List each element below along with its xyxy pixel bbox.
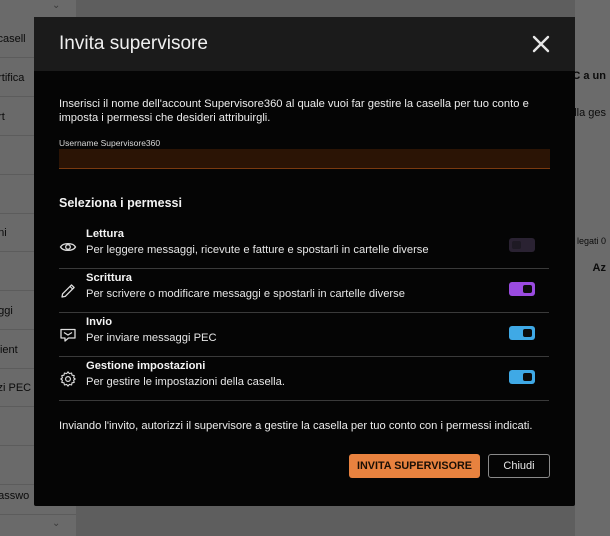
permission-description: Per inviare messaggi PEC: [86, 332, 217, 344]
lettura-toggle[interactable]: [509, 238, 535, 252]
username-input[interactable]: [59, 149, 550, 169]
sidebar-item-label: ort: [0, 111, 5, 123]
permission-description: Per scrivere o modificare messaggi e spo…: [86, 288, 405, 300]
invite-supervisor-dialog: Invita supervisore Inserisci il nome del…: [34, 17, 575, 506]
close-icon: [532, 35, 550, 53]
invio-toggle[interactable]: [509, 326, 535, 340]
intro-line: imposta i permessi che desideri attribui…: [59, 112, 271, 124]
chevron-down-icon: ⌄: [52, 518, 61, 529]
sidebar-item-label: i casell: [0, 33, 26, 45]
chevron-down-icon: ⌄: [52, 0, 61, 11]
sidebar-item-label: passwo: [0, 490, 30, 502]
permission-description: Per gestire le impostazioni della casell…: [86, 376, 285, 388]
invite-supervisor-button[interactable]: INVITA SUPERVISORE: [349, 454, 480, 478]
dialog-intro: Inserisci il nome dell'account Superviso…: [59, 97, 549, 125]
intro-line: Inserisci il nome dell'account Superviso…: [59, 98, 529, 110]
background-right-text: Az: [592, 262, 606, 274]
permission-row-scrittura: Scrittura Per scrivere o modificare mess…: [59, 269, 549, 313]
dialog-header: Invita supervisore: [34, 17, 575, 71]
authorization-note: Inviando l'invito, autorizzi il supervis…: [59, 420, 533, 432]
permission-description: Per leggere messaggi, ricevute e fatture…: [86, 244, 429, 256]
permission-row-invio: Invio Per inviare messaggi PEC: [59, 313, 549, 357]
send-mail-icon: [59, 326, 77, 344]
close-dialog-button[interactable]: Chiudi: [488, 454, 550, 478]
permission-row-gestione-impostazioni: Gestione impostazioni Per gestire le imp…: [59, 357, 549, 401]
dialog-title: Invita supervisore: [59, 33, 208, 54]
permission-name: Scrittura: [86, 272, 133, 284]
gestione-impostazioni-toggle[interactable]: [509, 370, 535, 384]
gear-icon: [59, 370, 77, 388]
sidebar-item-label: aggi: [0, 305, 13, 317]
background-right-panel: C a un alla ges legati 0 Az: [568, 0, 610, 536]
sidebar-item-label: ertifica: [0, 72, 25, 84]
permission-name: Invio: [86, 316, 113, 328]
toggle-knob: [523, 285, 532, 293]
close-button[interactable]: [530, 33, 552, 55]
sidebar-item-label: zzi PEC: [0, 382, 32, 394]
toggle-knob: [512, 241, 521, 249]
permission-name: Lettura: [86, 228, 124, 240]
sidebar-item-label: client: [0, 344, 18, 356]
permission-row-lettura: Lettura Per leggere messaggi, ricevute e…: [59, 225, 549, 269]
background-right-text: legati 0: [576, 236, 606, 246]
permission-name: Gestione impostazioni: [86, 360, 206, 372]
permissions-title: Seleziona i permessi: [59, 196, 182, 210]
sidebar-item-label: oni: [0, 227, 7, 239]
username-label: Username Supervisore360: [59, 138, 161, 148]
background-right-text: C a un: [572, 70, 606, 82]
pencil-icon: [59, 282, 77, 300]
toggle-knob: [523, 329, 532, 337]
eye-icon: [59, 238, 77, 256]
toggle-knob: [523, 373, 532, 381]
scrittura-toggle[interactable]: [509, 282, 535, 296]
